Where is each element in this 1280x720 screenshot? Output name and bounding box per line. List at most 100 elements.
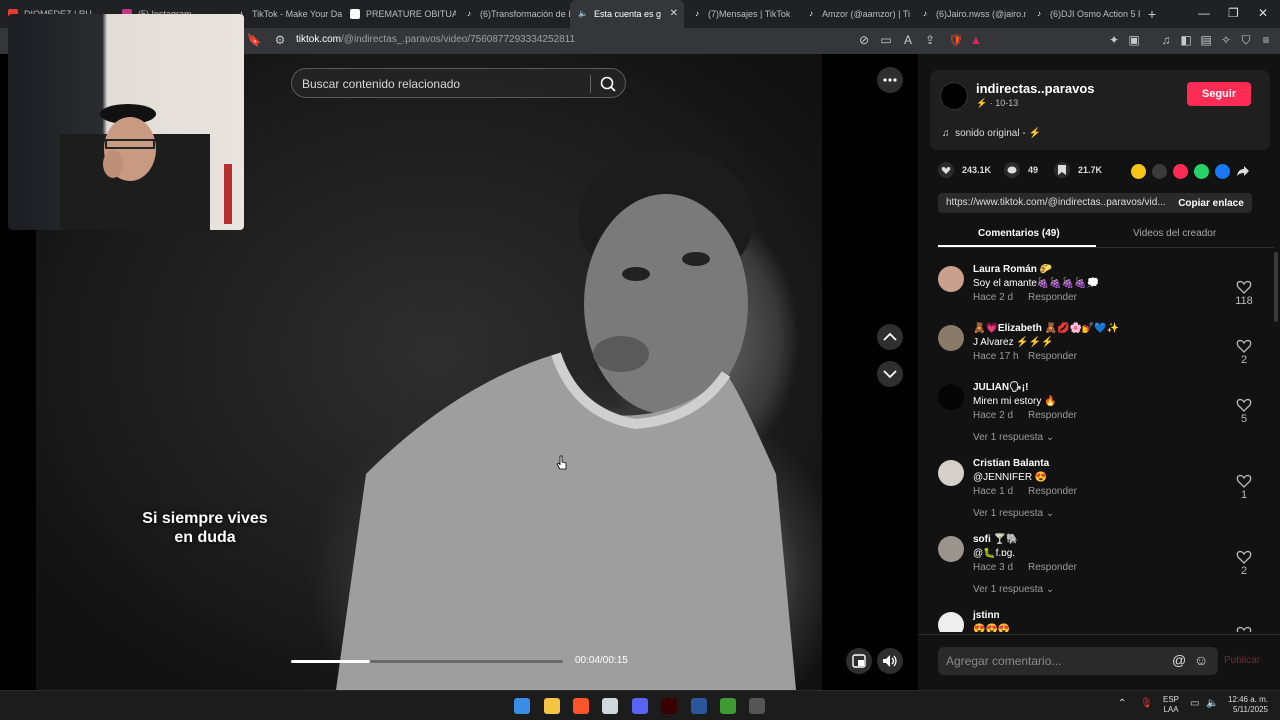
system-clock[interactable]: 12:46 a. m. 5/11/2025 <box>1224 695 1268 715</box>
reply-button[interactable]: Responder <box>1028 486 1077 497</box>
heart-outline-icon[interactable] <box>1236 398 1252 412</box>
heart-outline-icon[interactable] <box>1236 474 1252 488</box>
chevron-up-icon[interactable]: ⌃ <box>1118 698 1126 709</box>
heart-outline-icon[interactable] <box>1236 550 1252 564</box>
like-button[interactable]: 243.1K <box>938 162 991 178</box>
previous-video-button[interactable] <box>877 324 903 350</box>
browser-tab[interactable]: PREMATURE OBITUARY <box>342 0 456 28</box>
taskbar: ⌃ 🎙 ESP LAA ▭ 🔈 12:46 a. m. 5/11/2025 <box>0 690 1280 720</box>
share-arrow-icon[interactable] <box>1236 164 1251 179</box>
volume-icon <box>883 655 897 667</box>
facebook-icon[interactable] <box>1215 164 1230 179</box>
browser-tab[interactable]: ♪ Amzor (@aamzor) | Ti <box>798 0 912 28</box>
commenter-avatar[interactable] <box>938 536 964 562</box>
close-tab-icon[interactable]: ✕ <box>670 8 678 19</box>
url-field[interactable]: tiktok.com/@indirectas_.paravos/video/75… <box>296 34 575 45</box>
tab-creator-videos[interactable]: Videos del creador <box>1133 228 1216 239</box>
minimize-icon[interactable]: — <box>1198 6 1210 20</box>
pip-button[interactable] <box>846 648 872 674</box>
view-replies-button[interactable]: Ver 1 respuesta ⌄ <box>973 432 1054 443</box>
vpn-icon[interactable]: ⛉ <box>1238 33 1254 48</box>
whatsapp-icon[interactable] <box>1194 164 1209 179</box>
site-settings-icon[interactable]: ⚙ <box>272 33 288 47</box>
browser-tab[interactable]: ♪ (7)Mensajes | TikTok <box>684 0 798 28</box>
heart-outline-icon[interactable] <box>1236 280 1252 294</box>
mention-icon[interactable]: @ <box>1172 652 1186 668</box>
share-icon[interactable]: ⇪ <box>922 33 938 47</box>
close-window-icon[interactable]: ✕ <box>1258 6 1268 20</box>
next-video-button[interactable] <box>877 361 903 387</box>
reply-button[interactable]: Responder <box>1028 351 1077 362</box>
publish-button[interactable]: Publicar <box>1224 655 1260 666</box>
music-icon[interactable]: ♫ <box>1158 33 1174 47</box>
volume-button[interactable] <box>877 648 903 674</box>
creator-name[interactable]: indirectas..paravos <box>976 81 1095 96</box>
browser-tab[interactable]: ♪ (6)Transformación de L <box>456 0 570 28</box>
search-button[interactable] <box>597 74 619 94</box>
save-button[interactable]: 21.7K <box>1054 162 1102 178</box>
creator-avatar[interactable] <box>940 82 968 110</box>
network-icon[interactable]: ▭ <box>1190 698 1199 709</box>
volume-icon[interactable]: 🔈 <box>1206 698 1218 709</box>
progress-bar[interactable] <box>291 660 563 663</box>
leo-ai-icon[interactable]: ✧ <box>1218 33 1234 47</box>
store-icon[interactable] <box>602 698 618 714</box>
commenter-avatar[interactable] <box>938 266 964 292</box>
brave-browser-icon[interactable] <box>573 698 589 714</box>
extensions-icon[interactable]: ✦ <box>1106 33 1122 47</box>
browser-tab[interactable]: ♪ (6)DJI Osmo Action 5 P <box>1026 0 1140 28</box>
browser-tab-active[interactable]: 🔈 Esta cuenta es g ✕ <box>570 0 684 28</box>
related-search-input[interactable] <box>302 75 582 93</box>
windows-start-icon[interactable] <box>514 698 530 714</box>
heart-outline-icon[interactable] <box>1236 626 1252 632</box>
wallet-icon[interactable]: ▤ <box>1198 33 1214 47</box>
heart-outline-icon[interactable] <box>1236 339 1252 353</box>
view-replies-button[interactable]: Ver 1 respuesta ⌄ <box>973 508 1054 519</box>
illustrator-icon[interactable] <box>661 698 677 714</box>
minecraft-icon[interactable] <box>720 698 736 714</box>
keyboard-language[interactable]: ESP LAA <box>1163 695 1179 715</box>
file-explorer-icon[interactable] <box>544 698 560 714</box>
comments-scrollbar[interactable] <box>1274 252 1278 322</box>
commenter-avatar[interactable] <box>938 384 964 410</box>
send-icon[interactable] <box>1173 164 1188 179</box>
link-text[interactable]: https://www.tiktok.com/@indirectas..para… <box>946 197 1166 208</box>
reply-button[interactable]: Responder <box>1028 292 1077 303</box>
comment-button[interactable]: 49 <box>1004 162 1038 178</box>
follow-button[interactable]: Seguir <box>1187 82 1251 106</box>
cast-off-icon[interactable]: ⊘ <box>856 33 872 47</box>
translate-icon[interactable]: A <box>900 33 916 47</box>
heart-icon <box>938 162 954 178</box>
game-controller-icon[interactable] <box>632 698 648 714</box>
sidebar-icon[interactable]: ◧ <box>1178 33 1194 47</box>
tab-comments[interactable]: Comentarios (49) <box>978 228 1060 239</box>
steam-icon[interactable] <box>749 698 765 714</box>
brave-shield-icon[interactable]: 🛡 <box>948 33 964 47</box>
microphone-icon[interactable]: 🎙 <box>1140 698 1153 709</box>
word-icon[interactable] <box>691 698 707 714</box>
coin-share-icon[interactable] <box>1131 164 1146 179</box>
reader-icon[interactable]: ▣ <box>1126 33 1142 47</box>
more-options-button[interactable] <box>877 67 903 93</box>
panel-tabs: Comentarios (49) Videos del creador <box>938 222 1274 248</box>
emoji-icon[interactable]: ☺ <box>1194 652 1208 668</box>
comment-input[interactable] <box>946 652 1166 670</box>
tiktok-icon: ♪ <box>695 9 699 18</box>
browser-tab[interactable]: ♪ (6)Jairo.nwss (@jairo.n <box>912 0 1026 28</box>
new-tab-button[interactable]: + <box>1140 6 1164 22</box>
sound-link[interactable]: ♫ sonido original - ⚡ <box>942 128 1041 139</box>
reply-button[interactable]: Responder <box>1028 562 1077 573</box>
bookmark-icon[interactable]: 🔖 <box>246 33 262 47</box>
screen-icon[interactable]: ▭ <box>878 33 894 47</box>
commenter-avatar[interactable] <box>938 325 964 351</box>
commenter-avatar[interactable] <box>938 612 964 632</box>
menu-icon[interactable]: ≡ <box>1258 33 1274 47</box>
brave-rewards-icon[interactable]: ▲ <box>968 33 984 47</box>
commenter-avatar[interactable] <box>938 460 964 486</box>
maximize-icon[interactable]: ❐ <box>1228 6 1239 20</box>
embed-icon[interactable] <box>1152 164 1167 179</box>
copy-link-button[interactable]: Copiar enlace <box>1170 193 1252 213</box>
reply-button[interactable]: Responder <box>1028 410 1077 421</box>
view-replies-button[interactable]: Ver 1 respuesta ⌄ <box>973 584 1054 595</box>
browser-tab[interactable]: ♪TikTok - Make Your Day <box>228 0 342 28</box>
